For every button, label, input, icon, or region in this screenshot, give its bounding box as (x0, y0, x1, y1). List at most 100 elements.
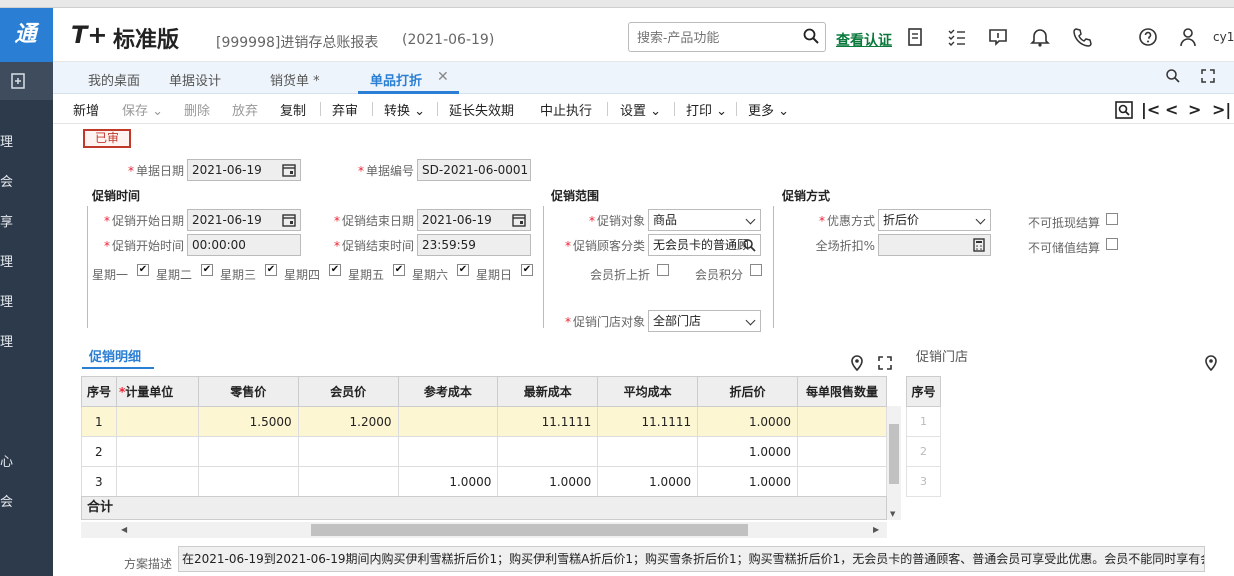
sidebar-item-5[interactable]: 理 (0, 291, 13, 310)
print-button[interactable]: 打印 ⌄ (686, 100, 727, 119)
table-cell[interactable]: 3 (81, 466, 117, 497)
sidebar-item-1[interactable]: 理 (0, 131, 13, 150)
table-cell[interactable] (297, 466, 399, 497)
sidebar-item-7[interactable]: 心 (0, 451, 13, 470)
table-cell[interactable]: 1.0000 (397, 466, 499, 497)
help-icon[interactable] (1137, 26, 1159, 48)
table-row[interactable]: 1 (906, 406, 941, 437)
table-row[interactable]: 1 1.5000 1.2000 11.1111 11.1111 1.0000 (81, 406, 888, 437)
col-header[interactable]: 会员价 (297, 376, 399, 407)
convert-button[interactable]: 转换 ⌄ (384, 100, 425, 119)
calendar-icon[interactable] (282, 163, 296, 177)
close-icon[interactable]: ✕ (437, 69, 449, 85)
tab-doc-design[interactable]: 单据设计 (169, 70, 221, 89)
calendar-icon[interactable] (512, 213, 526, 227)
scroll-down-arrow[interactable]: ▼ (890, 510, 895, 518)
sidebar-item-4[interactable]: 理 (0, 251, 13, 270)
weekday-tue-checkbox[interactable]: ✔ (201, 264, 213, 276)
plan-description-field[interactable]: 在2021-06-19到2021-06-19期间内购买伊利雪糕折后价1；购买伊利… (178, 546, 1205, 572)
next-record-icon[interactable]: > (1188, 100, 1201, 119)
col-header[interactable]: 零售价 (197, 376, 299, 407)
col-header[interactable]: 每单限售数量 (796, 376, 888, 407)
user-icon[interactable] (1177, 26, 1199, 48)
sidebar-item-3[interactable]: 享 (0, 211, 13, 230)
start-time-field[interactable]: 00:00:00 (187, 234, 301, 256)
weekday-sun-checkbox[interactable]: ✔ (521, 264, 533, 276)
table-cell[interactable]: 1.0000 (697, 436, 798, 467)
fullscreen-icon[interactable] (1201, 69, 1215, 83)
weekday-wed-checkbox[interactable]: ✔ (265, 264, 277, 276)
doc-date-field[interactable]: 2021-06-19 (187, 159, 301, 181)
search-input[interactable] (637, 24, 797, 50)
task-list-icon[interactable] (946, 26, 968, 48)
save-button[interactable]: 保存 ⌄ (122, 100, 163, 119)
table-row[interactable]: 3 (906, 466, 941, 497)
search-box[interactable] (628, 22, 826, 52)
tab-desktop[interactable]: 我的桌面 (88, 70, 140, 89)
table-cell[interactable]: 1.5000 (197, 406, 299, 437)
no-cash-settle-checkbox[interactable] (1106, 213, 1118, 225)
sidebar-item-8[interactable]: 会 (0, 491, 13, 510)
scroll-left-arrow[interactable]: ◀ (121, 525, 127, 534)
table-row[interactable]: 2 (906, 436, 941, 467)
weekday-mon-checkbox[interactable]: ✔ (137, 264, 149, 276)
table-row[interactable]: 2 1.0000 (81, 436, 888, 467)
search-icon[interactable] (803, 28, 819, 44)
new-button[interactable]: 新增 (73, 100, 99, 119)
device-icon[interactable] (904, 26, 926, 48)
tab-search-icon[interactable] (1165, 68, 1181, 84)
no-stored-settle-checkbox[interactable] (1106, 238, 1118, 250)
message-icon[interactable] (987, 26, 1009, 48)
table-cell[interactable]: 2 (81, 436, 117, 467)
member-discount-checkbox[interactable] (657, 264, 669, 276)
sidebar-item-active[interactable] (0, 62, 53, 100)
customer-class-field[interactable]: 无会员卡的普通顾 (648, 234, 761, 256)
store-location-pin-icon[interactable] (1204, 355, 1218, 371)
vertical-scroll-thumb[interactable] (889, 424, 899, 484)
settings-button[interactable]: 设置 ⌄ (620, 100, 661, 119)
sidebar-item-2[interactable]: 会 (0, 171, 13, 190)
promo-target-select[interactable]: 商品 (648, 209, 761, 231)
table-row[interactable]: 3 1.0000 1.0000 1.0000 1.0000 (81, 466, 888, 497)
offer-method-select[interactable]: 折后价 (878, 209, 991, 231)
delete-button[interactable]: 删除 (184, 100, 210, 119)
weekday-thu-checkbox[interactable]: ✔ (329, 264, 341, 276)
table-cell[interactable] (115, 436, 199, 467)
table-cell[interactable] (397, 436, 499, 467)
col-header[interactable]: 折后价 (697, 376, 798, 407)
table-cell[interactable] (796, 406, 888, 437)
table-cell[interactable]: 1.0000 (497, 466, 599, 497)
tab-sales-order[interactable]: 销货单 * (270, 70, 320, 89)
table-cell[interactable]: 1 (81, 406, 117, 437)
location-pin-icon[interactable] (850, 355, 864, 371)
abandon-button[interactable]: 放弃 (232, 100, 258, 119)
tab-promo-detail[interactable]: 促销明细 (89, 346, 141, 365)
col-header[interactable]: 最新成本 (497, 376, 599, 407)
verify-link[interactable]: 查看认证 (836, 30, 892, 50)
table-cell[interactable] (397, 406, 499, 437)
phone-icon[interactable] (1071, 26, 1093, 48)
copy-button[interactable]: 复制 (280, 100, 306, 119)
sidebar-item-6[interactable]: 理 (0, 331, 13, 350)
unaudit-button[interactable]: 弃审 (332, 100, 358, 119)
expand-grid-icon[interactable] (878, 356, 892, 370)
doc-no-field[interactable]: SD-2021-06-0001 (417, 159, 531, 181)
table-cell[interactable] (796, 436, 888, 467)
more-button[interactable]: 更多 ⌄ (748, 100, 789, 119)
col-header[interactable]: 序号 (81, 376, 117, 407)
record-search-icon[interactable] (1115, 101, 1133, 119)
calculator-icon[interactable] (972, 238, 986, 252)
table-cell[interactable] (197, 466, 299, 497)
col-header[interactable]: 平均成本 (597, 376, 699, 407)
table-cell[interactable]: 1.0000 (697, 406, 798, 437)
first-record-icon[interactable]: |< (1141, 100, 1160, 119)
col-header[interactable]: *计量单位 (115, 376, 199, 407)
last-record-icon[interactable]: >| (1212, 100, 1231, 119)
lookup-search-icon[interactable] (742, 238, 756, 252)
table-cell[interactable] (297, 436, 399, 467)
horizontal-scroll-thumb[interactable] (311, 524, 748, 536)
table-cell[interactable] (497, 436, 599, 467)
table-cell[interactable] (597, 436, 699, 467)
stop-execution-button[interactable]: 中止执行 (540, 100, 592, 119)
table-cell[interactable]: 11.1111 (497, 406, 599, 437)
